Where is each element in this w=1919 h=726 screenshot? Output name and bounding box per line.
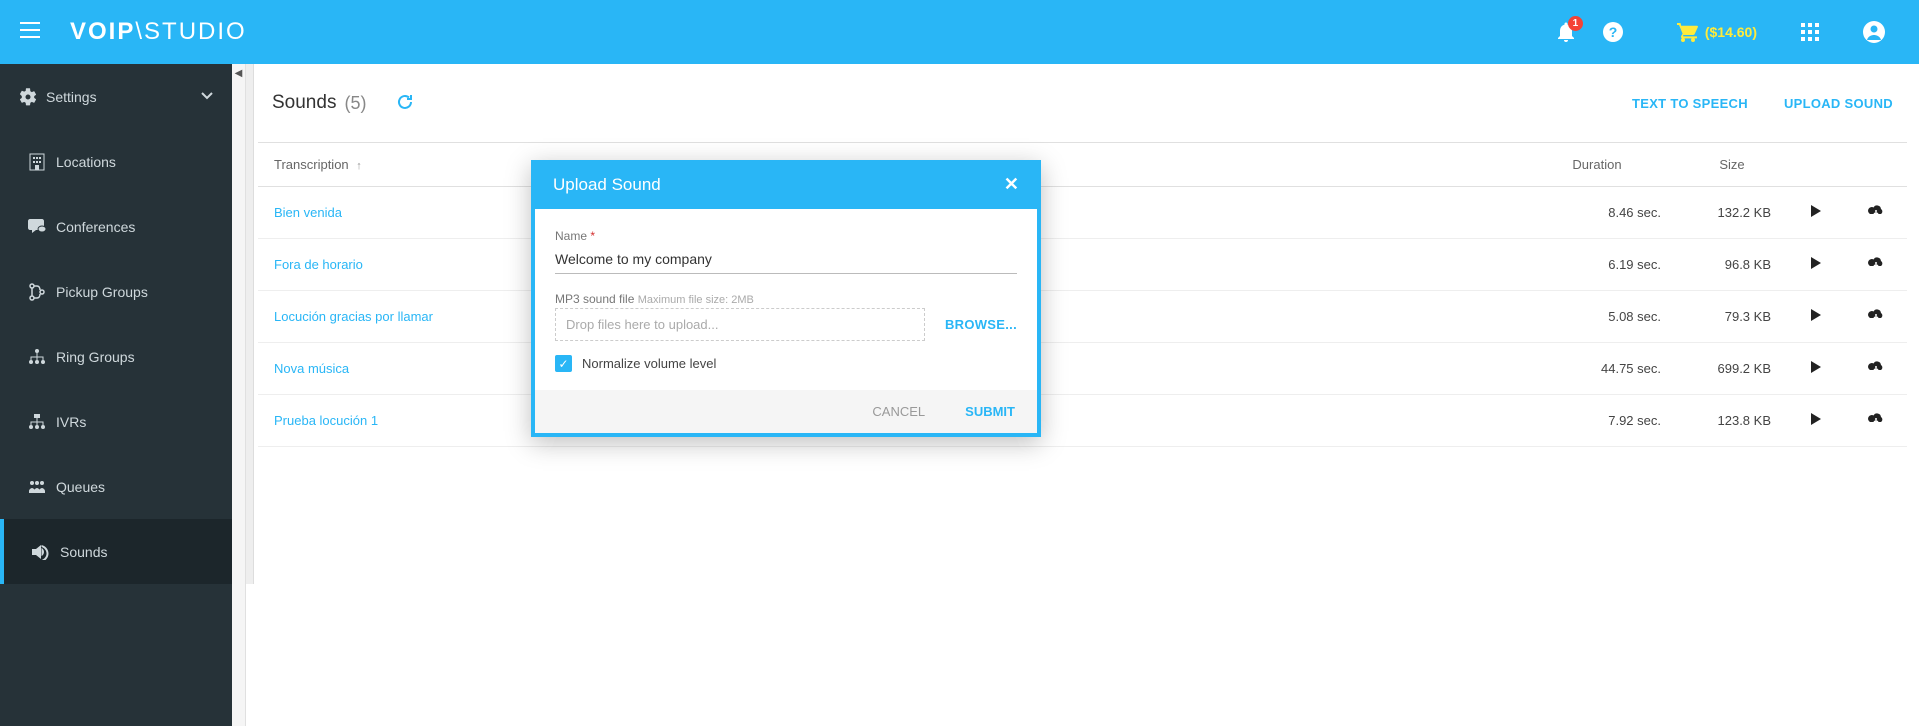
normalize-checkbox[interactable]: ✓ [555, 355, 572, 372]
play-icon[interactable] [1809, 414, 1823, 429]
sidebar-item-label: Queues [56, 479, 105, 495]
sounds-table: Transcription ↑ Duration Size Bien venid… [258, 142, 1907, 447]
sound-duration: 44.75 sec. [1517, 343, 1677, 395]
sound-size: 79.3 KB [1677, 291, 1787, 343]
refresh-icon[interactable] [396, 93, 414, 114]
help-icon[interactable]: ? [1603, 22, 1623, 42]
chat-icon [28, 219, 56, 235]
topbar: VOIP\STUDIO 1 ? ($14.60) [0, 0, 1919, 64]
svg-text:?: ? [1609, 24, 1618, 40]
download-icon[interactable] [1867, 363, 1885, 378]
play-icon[interactable] [1809, 206, 1823, 221]
sidebar-item-conferences[interactable]: Conferences [0, 194, 232, 259]
account-icon[interactable] [1863, 21, 1885, 43]
main-content: Sounds (5) TEXT TO SPEECH UPLOAD SOUND T… [246, 64, 1919, 726]
table-row: Locución gracias por llamar5.08 sec.79.3… [258, 291, 1907, 343]
branch-icon [28, 283, 56, 301]
table-row: Bien venida8.46 sec.132.2 KB [258, 187, 1907, 239]
sidebar-item-label: Conferences [56, 219, 135, 235]
sidebar-settings-label: Settings [46, 89, 97, 105]
notifications-icon[interactable]: 1 [1557, 22, 1575, 42]
ivr-icon [28, 413, 56, 431]
normalize-label: Normalize volume level [582, 356, 716, 371]
menu-toggle[interactable] [20, 21, 40, 44]
col-size[interactable]: Size [1677, 143, 1787, 187]
sound-duration: 8.46 sec. [1517, 187, 1677, 239]
dropzone[interactable]: Drop files here to upload... [555, 308, 925, 341]
scrollbar-track[interactable] [246, 64, 254, 584]
page-header: Sounds (5) TEXT TO SPEECH UPLOAD SOUND [258, 64, 1907, 142]
sidebar-item-queues[interactable]: Queues [0, 454, 232, 519]
queue-icon [28, 479, 56, 495]
sound-size: 132.2 KB [1677, 187, 1787, 239]
name-label: Name * [555, 229, 1017, 243]
sidebar-item-label: Sounds [60, 544, 107, 560]
sound-size: 123.8 KB [1677, 395, 1787, 447]
cart-balance[interactable]: ($14.60) [1677, 22, 1757, 42]
upload-sound-button[interactable]: UPLOAD SOUND [1784, 96, 1893, 111]
play-icon[interactable] [1809, 362, 1823, 377]
name-input[interactable] [555, 245, 1017, 274]
close-icon[interactable]: ✕ [1004, 174, 1019, 195]
sidebar-item-label: Locations [56, 154, 116, 170]
sound-duration: 5.08 sec. [1517, 291, 1677, 343]
download-icon[interactable] [1867, 207, 1885, 222]
sidebar-item-locations[interactable]: Locations [0, 129, 232, 194]
table-row: Nova música44.75 sec.699.2 KB [258, 343, 1907, 395]
sidebar-item-label: Pickup Groups [56, 284, 148, 300]
sidebar-item-sounds[interactable]: Sounds [0, 519, 232, 584]
gears-icon [18, 87, 46, 107]
submit-button[interactable]: SUBMIT [965, 404, 1015, 419]
cancel-button[interactable]: CANCEL [872, 404, 925, 419]
page-count: (5) [344, 93, 366, 114]
sound-duration: 6.19 sec. [1517, 239, 1677, 291]
chevron-down-icon [200, 88, 214, 105]
text-to-speech-button[interactable]: TEXT TO SPEECH [1632, 96, 1748, 111]
sidebar-item-ring-groups[interactable]: Ring Groups [0, 324, 232, 389]
sound-size: 699.2 KB [1677, 343, 1787, 395]
sidebar-item-pickup-groups[interactable]: Pickup Groups [0, 259, 232, 324]
sound-duration: 7.92 sec. [1517, 395, 1677, 447]
file-label: MP3 sound file Maximum file size: 2MB [555, 292, 1017, 306]
sidebar-item-label: Ring Groups [56, 349, 135, 365]
table-row: Fora de horario6.19 sec.96.8 KB [258, 239, 1907, 291]
apps-icon[interactable] [1801, 23, 1819, 41]
logo: VOIP\STUDIO [70, 18, 247, 46]
collapse-handle[interactable]: ◀ [232, 64, 246, 726]
col-duration[interactable]: Duration [1517, 143, 1677, 187]
dialog-footer: CANCEL SUBMIT [535, 390, 1037, 433]
dialog-header: Upload Sound ✕ [535, 160, 1037, 209]
notification-badge: 1 [1568, 16, 1583, 31]
building-icon [28, 153, 56, 171]
dialog-title: Upload Sound [553, 175, 661, 195]
table-row: Prueba locución 17.92 sec.123.8 KB [258, 395, 1907, 447]
sidebar-settings[interactable]: Settings [0, 64, 232, 129]
header-actions: TEXT TO SPEECH UPLOAD SOUND [1632, 96, 1893, 111]
play-icon[interactable] [1809, 310, 1823, 325]
upload-sound-dialog: Upload Sound ✕ Name * MP3 sound file Max… [531, 160, 1041, 437]
page-title: Sounds [272, 92, 336, 114]
browse-button[interactable]: BROWSE... [945, 317, 1017, 332]
sidebar-item-ivrs[interactable]: IVRs [0, 389, 232, 454]
download-icon[interactable] [1867, 415, 1885, 430]
sound-icon [32, 544, 60, 560]
sidebar-item-label: IVRs [56, 414, 86, 430]
sound-size: 96.8 KB [1677, 239, 1787, 291]
download-icon[interactable] [1867, 311, 1885, 326]
play-icon[interactable] [1809, 258, 1823, 273]
balance-amount: ($14.60) [1705, 24, 1757, 40]
hierarchy-icon [28, 348, 56, 366]
sidebar: Settings Locations Conferences Pickup Gr… [0, 64, 232, 726]
sort-asc-icon: ↑ [356, 160, 362, 172]
download-icon[interactable] [1867, 259, 1885, 274]
